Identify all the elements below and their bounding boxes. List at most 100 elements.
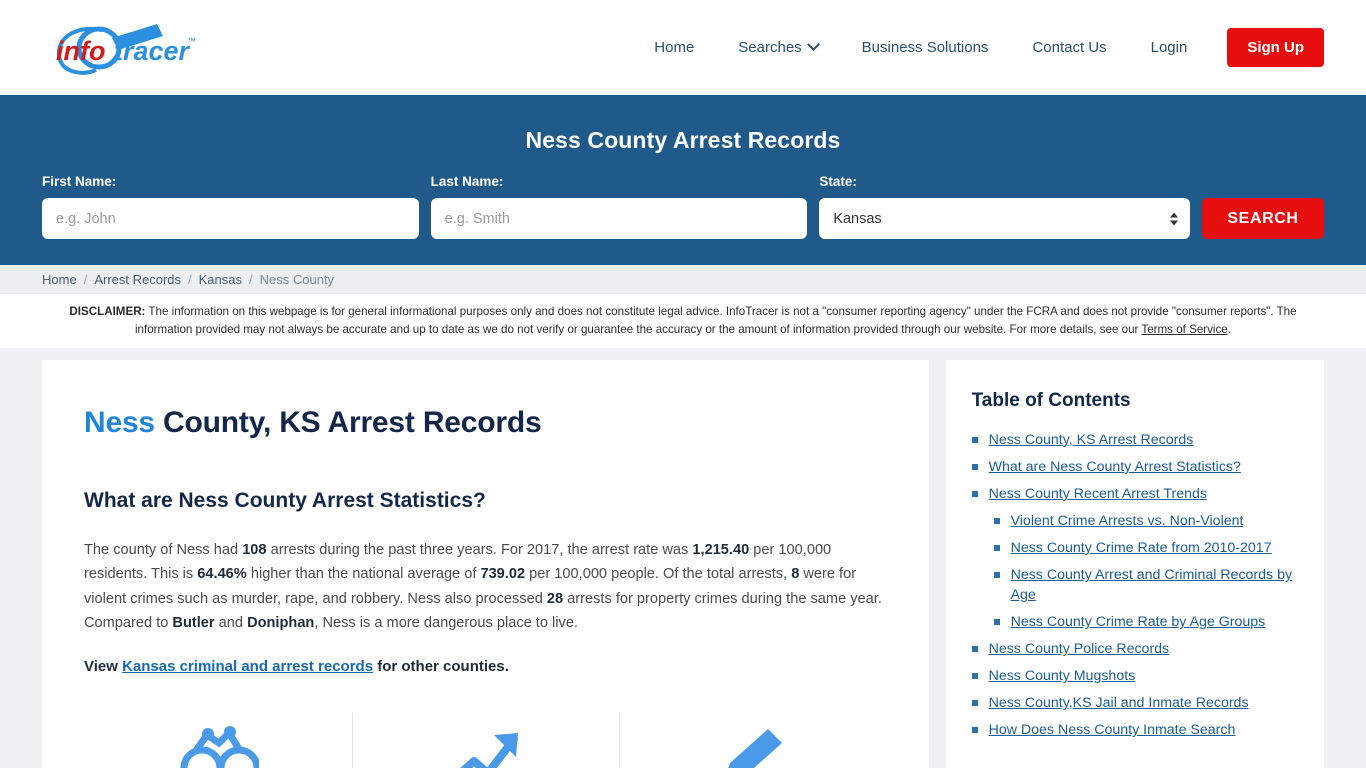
page-title: Ness County Arrest Records — [525, 127, 841, 153]
bullet-icon — [993, 517, 1000, 524]
para-text: arrests during the past three years. For… — [266, 541, 693, 558]
toc-item[interactable]: Ness County Crime Rate by Age Groups — [972, 612, 1298, 632]
toc-link[interactable]: Ness County Crime Rate by Age Groups — [1011, 612, 1266, 632]
stat-pct-higher: 64.46% — [197, 566, 247, 583]
breadcrumb-item-home[interactable]: Home — [42, 272, 77, 287]
toc-link[interactable]: What are Ness County Arrest Statistics? — [989, 457, 1241, 477]
arrest-statistics-paragraph: The county of Ness had 108 arrests durin… — [84, 538, 884, 635]
stat-cell-arrests[interactable] — [84, 713, 352, 768]
state-field-group: State: Kansas — [819, 174, 1190, 239]
search-hero: Ness County Arrest Records First Name: L… — [0, 95, 1366, 265]
disclaimer-label: DISCLAIMER: — [69, 305, 146, 318]
main-content-card: Ness County, KS Arrest Records What are … — [42, 359, 929, 768]
toc-item[interactable]: Ness County Mugshots — [971, 666, 1298, 686]
svg-text:™: ™ — [187, 36, 196, 46]
toc-link[interactable]: Ness County, KS Arrest Records — [989, 430, 1194, 450]
toc-item[interactable]: Ness County,KS Jail and Inmate Records — [971, 693, 1298, 713]
toc-item[interactable]: How Does Ness County Inmate Search — [971, 720, 1298, 740]
bullet-icon — [971, 436, 978, 443]
nav-item-business-solutions[interactable]: Business Solutions — [840, 39, 1011, 56]
bullet-icon — [971, 490, 978, 497]
article-subtitle: What are Ness County Arrest Statistics? — [84, 488, 486, 512]
state-select-wrapper: Kansas — [819, 198, 1190, 239]
toc-link[interactable]: Ness County Police Records — [989, 639, 1170, 659]
search-button[interactable]: SEARCH — [1202, 198, 1324, 239]
breadcrumb-item-current: Ness County — [259, 272, 335, 287]
first-name-field-group: First Name: — [42, 174, 419, 239]
view-suffix: for other counties. — [373, 658, 509, 676]
compare-county-1: Butler — [172, 615, 215, 632]
chevron-down-icon — [806, 38, 820, 52]
para-text: higher than the national average of — [246, 566, 481, 583]
breadcrumb-separator: / — [83, 272, 88, 287]
toc-link[interactable]: Ness County Mugshots — [989, 666, 1136, 686]
bullet-icon — [971, 646, 978, 653]
stat-arrest-rate: 1,215.40 — [692, 541, 750, 558]
toc-item[interactable]: Ness County Recent Arrest Trends — [971, 484, 1298, 504]
stat-property-arrests: 28 — [546, 590, 564, 607]
last-name-input[interactable] — [430, 198, 808, 239]
toc-title: Table of Contents — [971, 389, 1131, 411]
para-text: The county of Ness had — [84, 541, 243, 558]
toc-item[interactable]: Ness County Police Records — [971, 639, 1298, 659]
nav-item-login[interactable]: Login — [1129, 39, 1210, 56]
nav-item-label: Contact Us — [1032, 39, 1107, 56]
stat-national-average: 739.02 — [480, 566, 526, 583]
svg-text:tracer: tracer — [114, 36, 191, 66]
toc-link[interactable]: Ness County Arrest and Criminal Records … — [1011, 565, 1298, 605]
article-title-rest: County, KS Arrest Records — [154, 405, 542, 439]
para-text: per 100,000 people. Of the total arrests… — [525, 566, 792, 583]
para-text: , Ness is a more dangerous place to live… — [314, 615, 578, 632]
toc-link[interactable]: Ness County,KS Jail and Inmate Records — [989, 693, 1249, 713]
state-label: State: — [819, 174, 857, 189]
main-navigation: Home Searches Business Solutions Contact… — [632, 28, 1324, 67]
breadcrumb-item-arrest-records[interactable]: Arrest Records — [94, 272, 181, 287]
article-title: Ness County, KS Arrest Records — [84, 406, 887, 440]
nav-item-contact-us[interactable]: Contact Us — [1010, 39, 1128, 56]
bullet-icon — [971, 463, 978, 470]
breadcrumb-separator: / — [188, 272, 192, 287]
article-title-accent: Ness — [84, 405, 155, 439]
pen-icon — [728, 729, 782, 768]
terms-of-service-link[interactable]: Terms of Service — [1141, 323, 1227, 336]
nav-item-label: Login — [1150, 39, 1188, 56]
table-of-contents-card: Table of Contents Ness County, KS Arrest… — [945, 359, 1324, 768]
toc-link[interactable]: Ness County Recent Arrest Trends — [989, 484, 1207, 504]
toc-item[interactable]: What are Ness County Arrest Statistics? — [971, 457, 1298, 477]
infotracer-logo[interactable]: info tracer ™ — [42, 20, 207, 76]
compare-county-2: Doniphan — [247, 615, 315, 632]
toc-item[interactable]: Ness County, KS Arrest Records — [971, 430, 1298, 450]
toc-link[interactable]: Violent Crime Arrests vs. Non-Violent — [1011, 511, 1244, 531]
last-name-label: Last Name: — [430, 174, 504, 189]
disclaimer-text: The information on this webpage is for g… — [134, 305, 1297, 336]
state-select[interactable]: Kansas — [819, 198, 1190, 239]
stat-total-arrests: 108 — [242, 541, 267, 558]
toc-item[interactable]: Violent Crime Arrests vs. Non-Violent — [972, 511, 1298, 531]
nav-item-home[interactable]: Home — [632, 39, 716, 56]
disclaimer-text-end: . — [1227, 322, 1231, 336]
logo-icon: info tracer ™ — [56, 23, 196, 75]
first-name-input[interactable] — [42, 198, 419, 239]
view-prefix: View — [84, 658, 123, 676]
toc-link[interactable]: How Does Ness County Inmate Search — [989, 720, 1236, 740]
nav-item-searches[interactable]: Searches — [716, 38, 839, 56]
stat-cell-trend[interactable] — [351, 713, 620, 768]
toc-item[interactable]: Ness County Arrest and Criminal Records … — [972, 565, 1298, 605]
toc-item[interactable]: Ness County Crime Rate from 2010-2017 — [972, 538, 1298, 558]
bullet-icon — [971, 727, 978, 734]
trending-up-icon — [461, 733, 519, 768]
handcuffs-icon — [180, 726, 259, 768]
nav-item-label: Searches — [738, 39, 802, 56]
breadcrumb-item-kansas[interactable]: Kansas — [199, 272, 242, 287]
site-header: info tracer ™ Home Searches Business Sol… — [0, 0, 1366, 95]
bullet-icon — [993, 545, 1000, 551]
stat-icon-row — [84, 713, 887, 768]
toc-link[interactable]: Ness County Crime Rate from 2010-2017 — [1011, 538, 1272, 558]
kansas-records-link[interactable]: Kansas criminal and arrest records — [122, 658, 373, 675]
arrest-search-form: First Name: Last Name: State: Kansas SEA… — [42, 174, 1324, 239]
toc-list: Ness County, KS Arrest Records What are … — [971, 430, 1298, 740]
stat-cell-records[interactable] — [619, 713, 887, 768]
first-name-label: First Name: — [42, 174, 117, 189]
sign-up-button[interactable]: Sign Up — [1227, 28, 1324, 67]
disclaimer-banner: DISCLAIMER: The information on this webp… — [0, 294, 1366, 348]
